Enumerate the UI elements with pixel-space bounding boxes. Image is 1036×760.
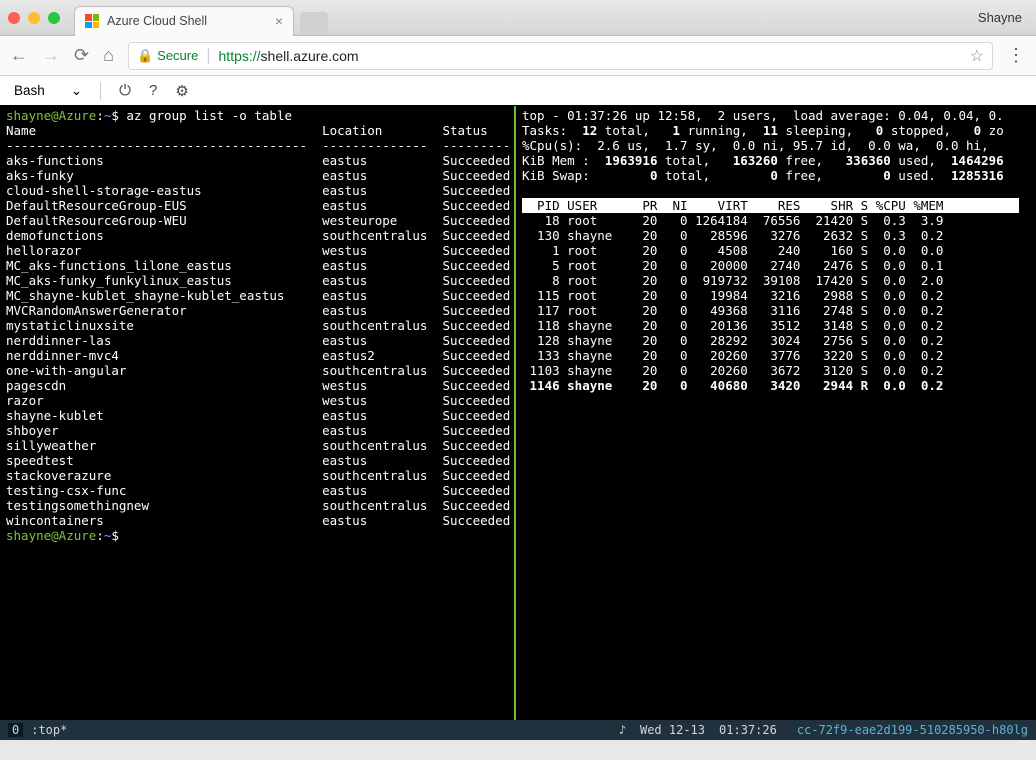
- browser-tab[interactable]: Azure Cloud Shell ×: [74, 6, 294, 36]
- help-icon[interactable]: ?: [149, 82, 157, 99]
- browser-toolbar: ← → ⟳ ⌂ 🔒 Secure | https://shell.azure.c…: [0, 36, 1036, 76]
- left-pane[interactable]: shayne@Azure:~$ az group list -o table N…: [0, 106, 514, 720]
- url-text: https://shell.azure.com: [219, 48, 359, 64]
- window-titlebar: Azure Cloud Shell × Shayne: [0, 0, 1036, 36]
- bookmark-star-icon[interactable]: ☆: [970, 46, 984, 66]
- shell-type-selector[interactable]: Bash ⌄: [14, 83, 82, 99]
- lock-icon: 🔒: [137, 48, 153, 64]
- back-button[interactable]: ←: [10, 45, 28, 66]
- status-time: 01:37:26: [719, 723, 777, 737]
- cloudshell-toolbar: Bash ⌄ ⏻ ? ⚙: [0, 76, 1036, 106]
- close-tab-icon[interactable]: ×: [275, 13, 283, 29]
- chevron-down-icon: ⌄: [71, 83, 82, 99]
- zoom-window-button[interactable]: [48, 12, 60, 24]
- profile-name[interactable]: Shayne: [978, 10, 1028, 25]
- music-note-icon: ♪: [619, 723, 626, 737]
- home-button[interactable]: ⌂: [103, 45, 114, 66]
- secure-label: Secure: [157, 48, 198, 63]
- reload-button[interactable]: ⟳: [74, 45, 89, 66]
- forward-button[interactable]: →: [42, 45, 60, 66]
- azure-favicon-icon: [85, 14, 99, 28]
- secure-indicator: 🔒 Secure: [137, 48, 198, 64]
- tmux-statusline: 0 :top* ♪ Wed 12-13 01:37:26 cc-72f9-eae…: [0, 720, 1036, 740]
- minimize-window-button[interactable]: [28, 12, 40, 24]
- tmux-window-name: :top*: [31, 723, 67, 737]
- tmux-window-index: 0: [8, 723, 23, 737]
- shell-type-label: Bash: [14, 83, 45, 98]
- close-window-button[interactable]: [8, 12, 20, 24]
- browser-menu-icon[interactable]: ⋮: [1007, 45, 1026, 66]
- terminal[interactable]: shayne@Azure:~$ az group list -o table N…: [0, 106, 1036, 740]
- restart-shell-icon[interactable]: ⏻: [119, 82, 131, 99]
- status-date: Wed 12-13: [640, 723, 705, 737]
- address-bar[interactable]: 🔒 Secure | https://shell.azure.com ☆: [128, 42, 993, 70]
- toolbar-separator: [100, 82, 101, 100]
- tab-title: Azure Cloud Shell: [107, 14, 207, 28]
- traffic-lights: [8, 12, 60, 24]
- new-tab-button[interactable]: [300, 12, 328, 34]
- status-session-id: cc-72f9-eae2d199-510285950-h80lg: [797, 723, 1028, 737]
- right-pane[interactable]: top - 01:37:26 up 12:58, 2 users, load a…: [516, 106, 1036, 720]
- settings-gear-icon[interactable]: ⚙: [175, 82, 188, 100]
